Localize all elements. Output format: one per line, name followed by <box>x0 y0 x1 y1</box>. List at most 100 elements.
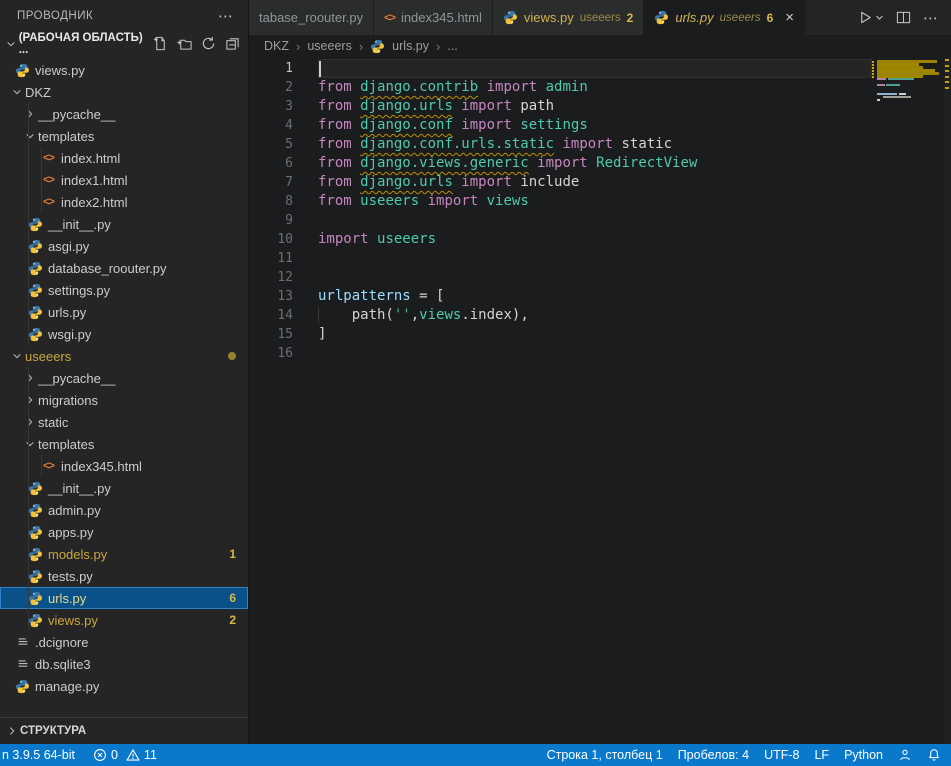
new-folder-icon[interactable] <box>177 36 192 51</box>
error-count: 0 <box>111 748 118 762</box>
workspace-section-header[interactable]: (РАБОЧАЯ ОБЛАСТЬ) ... <box>0 31 248 56</box>
tree-item-label: templates <box>38 129 94 144</box>
workspace-section-label: (РАБОЧАЯ ОБЛАСТЬ) ... <box>19 32 153 56</box>
breadcrumb-item[interactable]: urls.py <box>392 39 429 53</box>
tree-file-index345.html[interactable]: <>index345.html <box>0 455 248 477</box>
more-actions-icon[interactable]: ⋯ <box>923 9 939 27</box>
code-line-3[interactable]: 3from django.urls import path <box>249 97 951 116</box>
tree-file-views.py[interactable]: views.py2 <box>0 609 248 631</box>
tree-file-.dcignore[interactable]: .dcignore <box>0 631 248 653</box>
code-line-4[interactable]: 4from django.conf import settings <box>249 116 951 135</box>
tree-file-index.html[interactable]: <>index.html <box>0 147 248 169</box>
status-cursor-position[interactable]: Строка 1, столбец 1 <box>547 748 663 762</box>
token: admin <box>546 79 588 95</box>
chevron-right-icon <box>21 417 38 427</box>
status-feedback[interactable] <box>898 748 912 762</box>
collapse-folders-icon[interactable] <box>225 36 240 51</box>
run-python-file-button[interactable] <box>858 9 884 27</box>
code-line-2[interactable]: 2from django.contrib import admin <box>249 78 951 97</box>
tab-views.py[interactable]: views.pyuseeers2 <box>493 0 644 35</box>
breadcrumb-item[interactable]: useeers <box>307 39 351 53</box>
token: from <box>318 155 360 171</box>
minimap[interactable] <box>872 57 944 357</box>
tree-file-settings.py[interactable]: settings.py <box>0 279 248 301</box>
tree-folder-static[interactable]: static <box>0 411 248 433</box>
python-file-icon <box>27 261 44 276</box>
line-content: from django.urls import include <box>293 173 872 192</box>
tree-folder-templates[interactable]: templates <box>0 433 248 455</box>
code-line-9[interactable]: 9 <box>249 211 951 230</box>
tree-file-urls.py[interactable]: urls.py <box>0 301 248 323</box>
code-line-15[interactable]: 15] <box>249 325 951 344</box>
status-language-mode[interactable]: Python <box>844 748 883 762</box>
tree-item-label: views.py <box>48 613 98 628</box>
breadcrumb-item[interactable]: DKZ <box>264 39 289 53</box>
html-file-icon: <> <box>40 174 57 186</box>
status-problems[interactable]: 011 <box>93 748 157 762</box>
tree-file-index2.html[interactable]: <>index2.html <box>0 191 248 213</box>
token: RedirectView <box>596 155 697 171</box>
tree-file-apps.py[interactable]: apps.py <box>0 521 248 543</box>
tree-file-__init__.py[interactable]: __init__.py <box>0 213 248 235</box>
split-editor-icon[interactable] <box>896 10 911 25</box>
code-line-6[interactable]: 6from django.views.generic import Redire… <box>249 154 951 173</box>
code-line-11[interactable]: 11 <box>249 249 951 268</box>
indent-guide <box>28 279 29 301</box>
tree-file-tests.py[interactable]: tests.py <box>0 565 248 587</box>
minimap-bar <box>877 84 885 86</box>
tree-file-wsgi.py[interactable]: wsgi.py <box>0 323 248 345</box>
outline-section-header[interactable]: СТРУКТУРА <box>0 717 248 744</box>
refresh-explorer-icon[interactable] <box>201 36 216 51</box>
overview-ruler[interactable] <box>944 57 951 744</box>
status-eol[interactable]: LF <box>814 748 829 762</box>
code-line-10[interactable]: 10import useeers <box>249 230 951 249</box>
status-notifications[interactable] <box>927 748 941 762</box>
status-encoding[interactable]: UTF-8 <box>764 748 799 762</box>
code-line-1[interactable]: 1 <box>249 59 951 78</box>
tree-file-db.sqlite3[interactable]: db.sqlite3 <box>0 653 248 675</box>
tree-file-__init__.py[interactable]: __init__.py <box>0 477 248 499</box>
tree-file-models.py[interactable]: models.py1 <box>0 543 248 565</box>
code-line-14[interactable]: 14 path('',views.index), <box>249 306 951 325</box>
tree-item-label: index345.html <box>61 459 142 474</box>
tab-label: urls.py <box>675 10 713 25</box>
explorer-sidebar: ПРОВОДНИК ⋯ (РАБОЧАЯ ОБЛАСТЬ) ... views.… <box>0 0 249 744</box>
breadcrumb-item[interactable]: ... <box>447 39 457 53</box>
tree-folder-migrations[interactable]: migrations <box>0 389 248 411</box>
tree-file-views.py[interactable]: views.py <box>0 59 248 81</box>
code-line-16[interactable]: 16 <box>249 344 951 363</box>
tree-file-manage.py[interactable]: manage.py <box>0 675 248 697</box>
code-line-12[interactable]: 12 <box>249 268 951 287</box>
tab-tabase_roouter.py[interactable]: tabase_roouter.py <box>249 0 374 35</box>
new-file-icon[interactable] <box>153 36 168 51</box>
code-line-13[interactable]: 13urlpatterns = [ <box>249 287 951 306</box>
tree-item-label: templates <box>38 437 94 452</box>
indent-guide <box>28 411 29 433</box>
tree-folder-useeers[interactable]: useeers <box>0 345 248 367</box>
tree-folder-DKZ[interactable]: DKZ <box>0 81 248 103</box>
status-indentation[interactable]: Пробелов: 4 <box>678 748 749 762</box>
tree-file-asgi.py[interactable]: asgi.py <box>0 235 248 257</box>
python-file-icon <box>14 63 31 78</box>
tree-folder-__pycache__[interactable]: __pycache__ <box>0 367 248 389</box>
tab-urls.py[interactable]: urls.pyuseeers6× <box>644 0 805 35</box>
token: from <box>318 136 360 152</box>
tree-file-index1.html[interactable]: <>index1.html <box>0 169 248 191</box>
code-line-7[interactable]: 7from django.urls import include <box>249 173 951 192</box>
status-python-interpreter[interactable]: n 3.9.5 64-bit <box>2 748 75 762</box>
explorer-header: ПРОВОДНИК ⋯ <box>0 0 248 31</box>
tree-file-database_roouter.py[interactable]: database_roouter.py <box>0 257 248 279</box>
tree-folder-__pycache__[interactable]: __pycache__ <box>0 103 248 125</box>
tree-file-admin.py[interactable]: admin.py <box>0 499 248 521</box>
code-line-5[interactable]: 5from django.conf.urls.static import sta… <box>249 135 951 154</box>
explorer-title: ПРОВОДНИК <box>17 10 93 22</box>
code-editor[interactable]: 12from django.contrib import admin3from … <box>249 57 951 744</box>
code-line-8[interactable]: 8from useeers import views <box>249 192 951 211</box>
tree-file-urls.py[interactable]: urls.py6 <box>0 587 248 609</box>
tab-index345.html[interactable]: <>index345.html <box>374 0 493 35</box>
explorer-more-actions-icon[interactable]: ⋯ <box>218 7 234 25</box>
line-content: from django.contrib import admin <box>293 78 872 97</box>
warning-dot <box>228 352 236 360</box>
close-icon[interactable]: × <box>785 10 794 25</box>
tree-folder-templates[interactable]: templates <box>0 125 248 147</box>
